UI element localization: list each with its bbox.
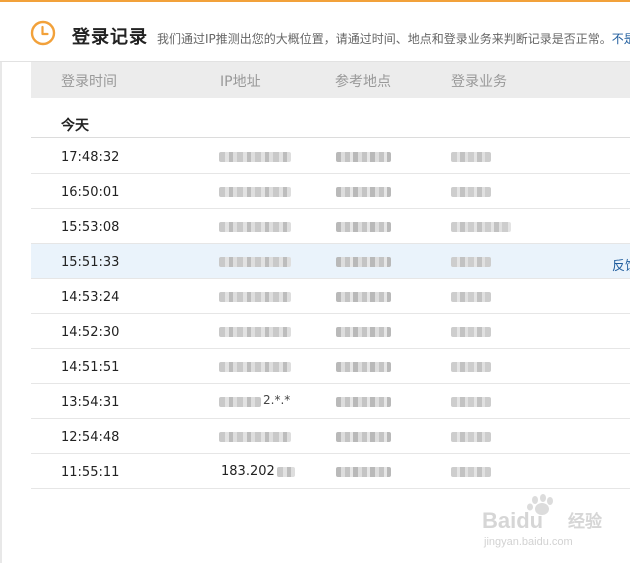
ip-address-redacted (219, 152, 291, 162)
location-redacted (336, 362, 391, 372)
left-border (0, 62, 2, 563)
location-redacted (336, 432, 391, 442)
not-me-link[interactable]: 不是 (612, 32, 630, 46)
table-row[interactable]: 11:55:11 183.202 (31, 454, 630, 489)
login-time: 17:48:32 (61, 150, 120, 165)
location-redacted (336, 152, 391, 162)
table-row[interactable]: 14:51:51 (31, 349, 630, 384)
service-redacted (451, 187, 491, 197)
clock-icon (30, 20, 56, 46)
column-header-location: 参考地点 (335, 74, 391, 90)
ip-address-partial: 2.*.* (263, 393, 291, 407)
watermark-brand: Baidu (482, 508, 543, 533)
ip-address-partial: 183.202 (221, 464, 275, 479)
login-time: 12:54:48 (61, 430, 120, 445)
table-row[interactable]: 15:53:08 (31, 209, 630, 244)
location-redacted (336, 397, 391, 407)
table-row[interactable]: 12:54:48 (31, 419, 630, 454)
watermark-url: jingyan.baidu.com (483, 536, 573, 548)
ip-address-redacted (219, 362, 291, 372)
login-time: 13:54:31 (61, 395, 120, 410)
column-header-service: 登录业务 (451, 74, 507, 90)
login-time: 14:51:51 (61, 360, 120, 375)
table-row[interactable]: 17:48:32 (31, 139, 630, 174)
location-redacted (336, 292, 391, 302)
login-time: 15:53:08 (61, 220, 120, 235)
service-redacted (451, 467, 491, 477)
ip-address-redacted (219, 257, 291, 267)
login-time: 16:50:01 (61, 185, 120, 200)
service-redacted (451, 327, 491, 337)
group-divider (31, 137, 630, 138)
service-redacted (451, 362, 491, 372)
watermark-suffix: 经验 (568, 511, 603, 532)
login-time: 11:55:11 (61, 465, 120, 480)
baidu-jingyan-watermark: Baidu 经验 jingyan.baidu.com (482, 494, 603, 548)
location-redacted (336, 327, 391, 337)
service-redacted (451, 432, 491, 442)
service-redacted (451, 222, 511, 232)
column-header-ip: IP地址 (220, 74, 261, 90)
ip-address-redacted (219, 187, 291, 197)
login-time: 14:53:24 (61, 290, 120, 305)
column-header-time: 登录时间 (61, 74, 117, 90)
ip-address-redacted (219, 327, 291, 337)
feedback-link[interactable]: 反馈 (612, 255, 630, 274)
service-redacted (451, 152, 491, 162)
table-row[interactable]: 16:50:01 (31, 174, 630, 209)
subtitle-text: 我们通过IP推测出您的大概位置，请通过时间、地点和登录业务来判断记录是否正常。 (157, 32, 612, 46)
table-row[interactable]: 14:53:24 (31, 279, 630, 314)
page-header: 登录记录 我们通过IP推测出您的大概位置，请通过时间、地点和登录业务来判断记录是… (0, 0, 630, 62)
table-header: 登录时间 IP地址 参考地点 登录业务 (31, 62, 630, 98)
location-redacted (336, 257, 391, 267)
ip-address-redacted (219, 397, 261, 407)
location-redacted (336, 187, 391, 197)
ip-address-redacted (219, 222, 291, 232)
login-time: 15:51:33 (61, 255, 120, 270)
page-subtitle: 我们通过IP推测出您的大概位置，请通过时间、地点和登录业务来判断记录是否正常。不… (157, 30, 630, 47)
table-row-highlighted[interactable]: 15:51:33 反馈 (31, 244, 630, 279)
table-row[interactable]: 13:54:31 2.*.* (31, 384, 630, 419)
table-row[interactable]: 14:52:30 (31, 314, 630, 349)
ip-address-redacted (277, 467, 295, 477)
ip-address-redacted (219, 292, 291, 302)
login-time: 14:52:30 (61, 325, 120, 340)
group-label-today: 今天 (61, 118, 89, 134)
location-redacted (336, 467, 391, 477)
ip-address-redacted (219, 432, 291, 442)
service-redacted (451, 257, 491, 267)
page-title: 登录记录 (72, 27, 148, 48)
service-redacted (451, 397, 491, 407)
location-redacted (336, 222, 391, 232)
service-redacted (451, 292, 491, 302)
